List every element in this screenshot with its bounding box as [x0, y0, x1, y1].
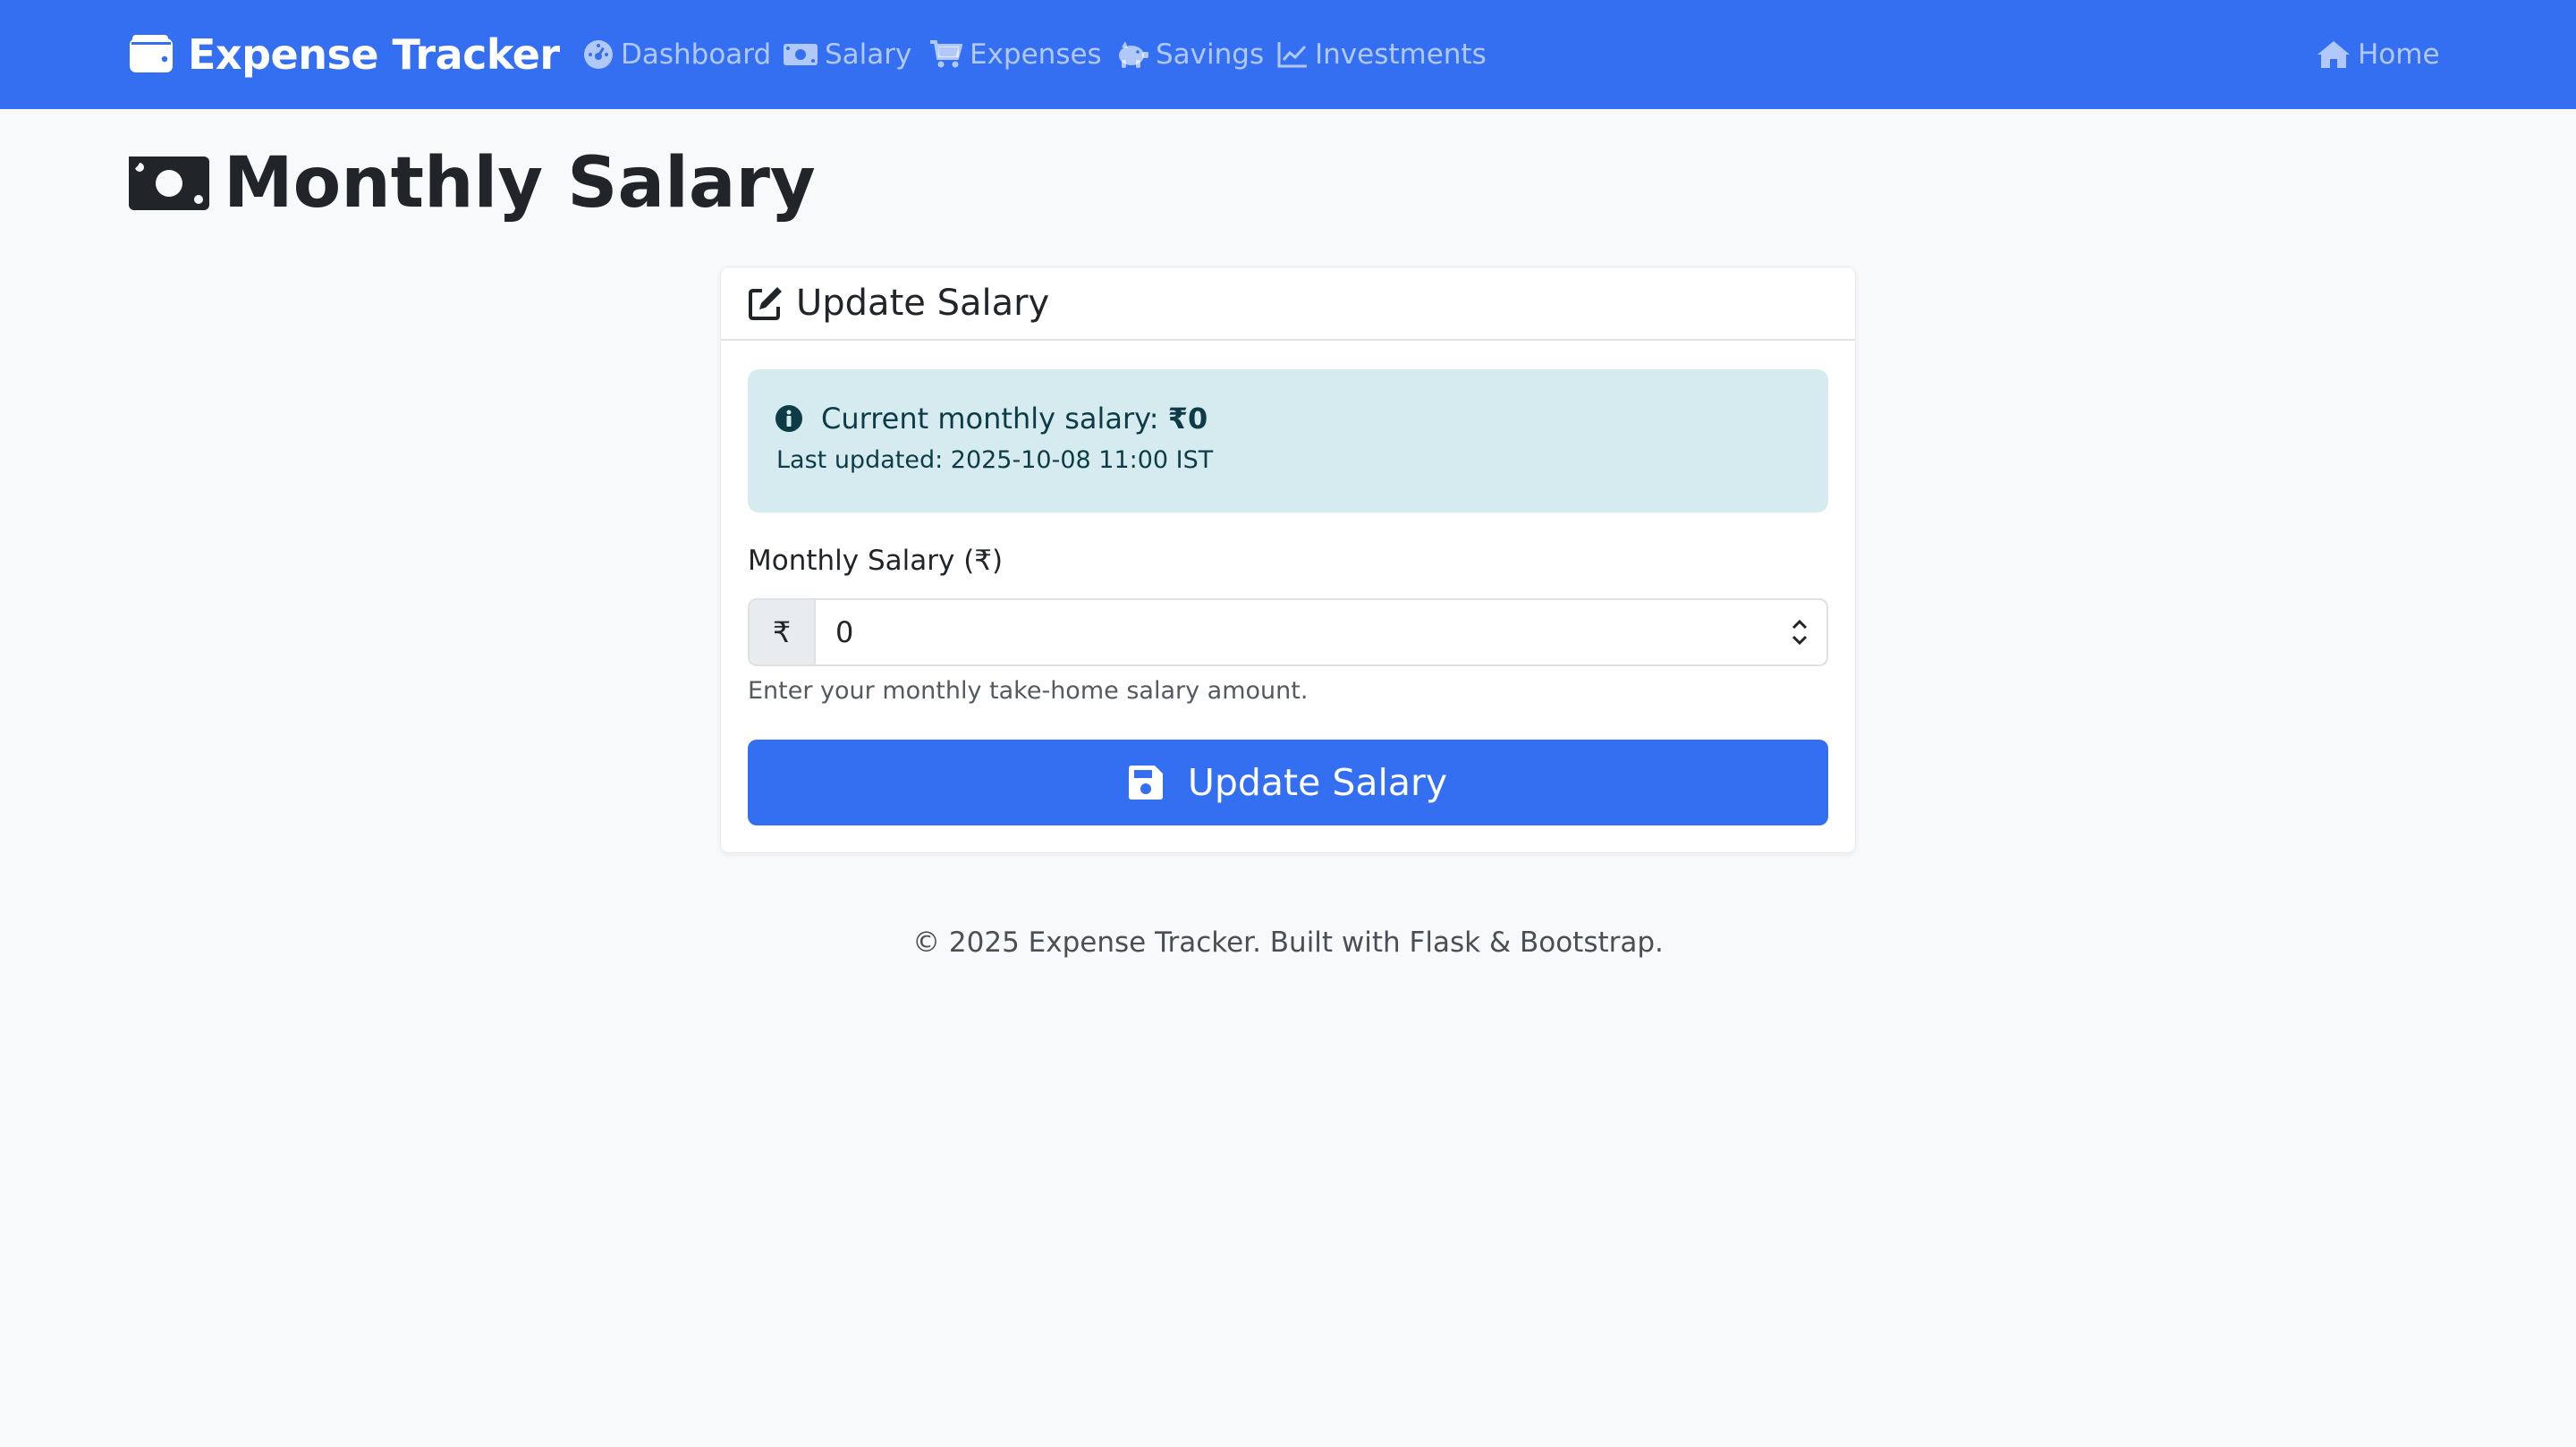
dashboard-gauge-icon	[584, 40, 613, 69]
page-title: Monthly Salary	[129, 143, 816, 224]
page-title-text: Monthly Salary	[224, 143, 816, 224]
money-bill-icon	[129, 157, 209, 210]
current-salary-amount: ₹0	[1167, 402, 1208, 436]
update-salary-button-label: Update Salary	[1187, 761, 1448, 804]
shopping-cart-icon	[930, 40, 962, 68]
footer-text: © 2025 Expense Tracker. Built with Flask…	[912, 927, 1664, 959]
nav-item-label: Expenses	[970, 38, 1102, 71]
brand-link[interactable]: Expense Tracker	[129, 27, 560, 82]
current-salary-alert: Current monthly salary: ₹0 Last updated:…	[748, 369, 1828, 512]
update-salary-card: Update Salary Current monthly salary: ₹0…	[720, 267, 1856, 853]
nav-item-investments[interactable]: Investments	[1277, 32, 1487, 77]
card-header: Update Salary	[721, 267, 1855, 341]
monthly-salary-label: Monthly Salary (₹)	[748, 545, 1004, 577]
nav-item-home[interactable]: Home	[2317, 32, 2440, 77]
current-salary-label: Current monthly salary:	[821, 402, 1159, 436]
top-navbar: Expense Tracker Dashboard Salary Expense…	[0, 0, 2576, 109]
line-chart-icon	[1277, 42, 1307, 68]
salary-input[interactable]	[816, 600, 1773, 664]
money-bill-icon	[784, 44, 818, 65]
info-circle-icon	[775, 405, 802, 432]
nav-item-savings[interactable]: Savings	[1114, 32, 1264, 77]
number-spinner[interactable]	[1773, 600, 1826, 664]
update-salary-button[interactable]: Update Salary	[748, 740, 1828, 825]
edit-icon	[749, 287, 782, 320]
nav-item-salary[interactable]: Salary	[784, 32, 911, 77]
brand-name: Expense Tracker	[188, 30, 560, 79]
nav-item-label: Dashboard	[621, 38, 772, 71]
nav-item-label: Investments	[1315, 38, 1487, 71]
save-icon	[1128, 766, 1163, 800]
nav-item-dashboard[interactable]: Dashboard	[583, 32, 771, 77]
salary-help-text: Enter your monthly take-home salary amou…	[748, 677, 1309, 705]
spinner-arrows-icon	[1792, 619, 1808, 646]
last-updated-text: Last updated: 2025-10-08 11:00 IST	[776, 446, 1214, 474]
card-title: Update Salary	[796, 283, 1050, 324]
salary-input-group: ₹	[748, 598, 1828, 666]
nav-item-expenses[interactable]: Expenses	[930, 32, 1102, 77]
rupee-prefix: ₹	[750, 600, 816, 664]
wallet-icon	[130, 35, 173, 72]
nav-item-label: Home	[2358, 38, 2440, 71]
current-salary-line: Current monthly salary: ₹0	[775, 396, 1208, 441]
piggy-bank-icon	[1119, 41, 1148, 68]
home-icon	[2318, 41, 2350, 68]
nav-item-label: Salary	[825, 38, 912, 71]
nav-item-label: Savings	[1156, 38, 1265, 71]
